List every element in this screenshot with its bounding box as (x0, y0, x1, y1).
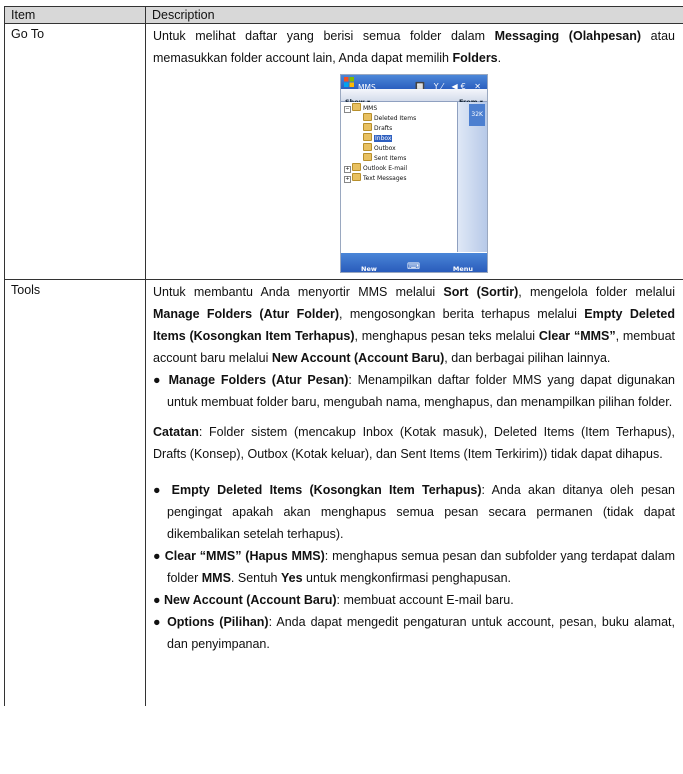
tree-node-outbox[interactable]: Outbox (363, 143, 396, 152)
phone-toolbar: Show ▾ From ▾ (341, 89, 487, 106)
text-run: Untuk melihat daftar yang berisi semua f… (153, 29, 495, 43)
bullet-empty-deleted: ● Empty Deleted Items (Kosongkan Item Te… (153, 479, 675, 545)
phone-message-pane: 32K (458, 102, 487, 252)
table-header-row: Item Description (4, 6, 683, 24)
text-run: ● (153, 549, 165, 563)
phone-new-softkey[interactable]: New (361, 258, 377, 280)
bold-run: Yes (280, 571, 303, 585)
deleted-folder-icon (363, 113, 372, 121)
phone-folder-tree: − MMS Deleted Items Drafts Inbox Outbox S… (341, 102, 458, 252)
goto-description-cell: Untuk melihat daftar yang berisi semua f… (145, 23, 683, 280)
note-text: Catatan: Folder sistem (mencakup Inbox (… (153, 421, 675, 465)
text-run: , dan berbagai pilihan lainnya. (444, 351, 611, 365)
bold-run: New Account (Account Baru) (271, 351, 445, 365)
tree-node-sent[interactable]: Sent Items (363, 153, 406, 162)
text-run: , mengosongkan berita terhapus melalui (338, 307, 585, 321)
phone-screenshot: MMS 🔲 Y⁄ ◀€ ✕ Show ▾ From ▾ −MMS Deleted… (341, 75, 487, 273)
text-run: ● (153, 615, 168, 629)
text-run: Untuk membantu Anda menyortir MMS melalu… (153, 285, 444, 299)
tree-node-inbox[interactable]: Inbox (363, 133, 393, 142)
bullet-clear-mms: ● Clear “MMS” (Hapus MMS): menghapus sem… (153, 545, 675, 589)
goto-description: Untuk melihat daftar yang berisi semua f… (153, 25, 675, 69)
bullet-new-account: ● New Account (Account Baru): membuat ac… (153, 589, 675, 611)
drafts-folder-icon (363, 123, 372, 131)
windows-logo-icon (344, 77, 354, 87)
tree-node-drafts[interactable]: Drafts (363, 123, 392, 132)
sent-folder-icon (363, 153, 372, 161)
tree-node-outlook[interactable]: + Outlook E-mail (344, 163, 407, 173)
tree-node-deleted[interactable]: Deleted Items (363, 113, 416, 122)
bold-run: New Account (Account Baru) (164, 593, 337, 607)
folder-icon (352, 103, 361, 111)
item-description-table: Item Description Go To Untuk melihat daf… (4, 6, 683, 706)
text-run: untuk mengkonfirmasi penghapusan. (302, 571, 511, 585)
bold-run: Manage Folders (Atur Pesan) (168, 373, 349, 387)
text-run: ● (153, 373, 169, 387)
header-item: Item (4, 6, 146, 24)
tools-intro: Untuk membantu Anda menyortir MMS melalu… (153, 281, 675, 369)
bold-run: Empty Deleted Items (Kosongkan Item Terh… (171, 483, 482, 497)
text-run: : membuat account E-mail baru. (336, 593, 514, 607)
text-run: ● (153, 593, 165, 607)
expand-icon: + (344, 166, 351, 173)
inbox-folder-icon (363, 133, 372, 141)
bold-run: Clear “MMS” (Hapus MMS) (164, 549, 325, 563)
text-run: ● (153, 483, 172, 497)
phone-menu-bar: New ⌨ Menu (341, 253, 487, 273)
text-run: . (497, 51, 502, 65)
table-row-goto: Go To Untuk melihat daftar yang berisi s… (4, 23, 683, 280)
collapse-icon: − (344, 106, 351, 113)
text-run: : Folder sistem (mencakup Inbox (Kotak m… (153, 425, 675, 461)
bold-run: Messaging (Olahpesan) (494, 29, 642, 43)
bullet-manage-folders: ● Manage Folders (Atur Pesan): Menampilk… (153, 369, 675, 413)
bold-run: Manage Folders (Atur Folder) (153, 307, 339, 321)
text-run: , mengelola folder melalui (518, 285, 675, 299)
bold-run: Clear “MMS” (538, 329, 616, 343)
header-description: Description (145, 6, 683, 24)
goto-item-cell: Go To (4, 23, 146, 280)
phone-size-label: 32K (469, 104, 485, 126)
table-row-tools: Tools Untuk membantu Anda menyortir MMS … (4, 279, 683, 706)
bullet-options: ● Options (Pilihan): Anda dapat mengedit… (153, 611, 675, 655)
outbox-folder-icon (363, 143, 372, 151)
phone-menu-softkey[interactable]: Menu (453, 258, 473, 280)
phone-title-bar: MMS 🔲 Y⁄ ◀€ ✕ (341, 75, 487, 92)
bold-run: Sort (Sortir) (443, 285, 519, 299)
folder-icon (352, 163, 361, 171)
bold-run: MMS (201, 571, 231, 585)
text-run: , menghapus pesan teks melalui (354, 329, 539, 343)
tools-item-cell: Tools (4, 279, 146, 706)
bold-run: Catatan (153, 425, 199, 439)
expand-icon: + (344, 176, 351, 183)
folder-icon (352, 173, 361, 181)
text-run: . Sentuh (230, 571, 281, 585)
bold-run: Folders (452, 51, 498, 65)
bold-run: Options (Pilihan) (167, 615, 269, 629)
keyboard-icon[interactable]: ⌨ (407, 256, 420, 278)
tools-description-cell: Untuk membantu Anda menyortir MMS melalu… (145, 279, 683, 706)
tree-node-text-messages[interactable]: + Text Messages (344, 173, 406, 183)
tree-node-mms[interactable]: − MMS (344, 103, 377, 113)
